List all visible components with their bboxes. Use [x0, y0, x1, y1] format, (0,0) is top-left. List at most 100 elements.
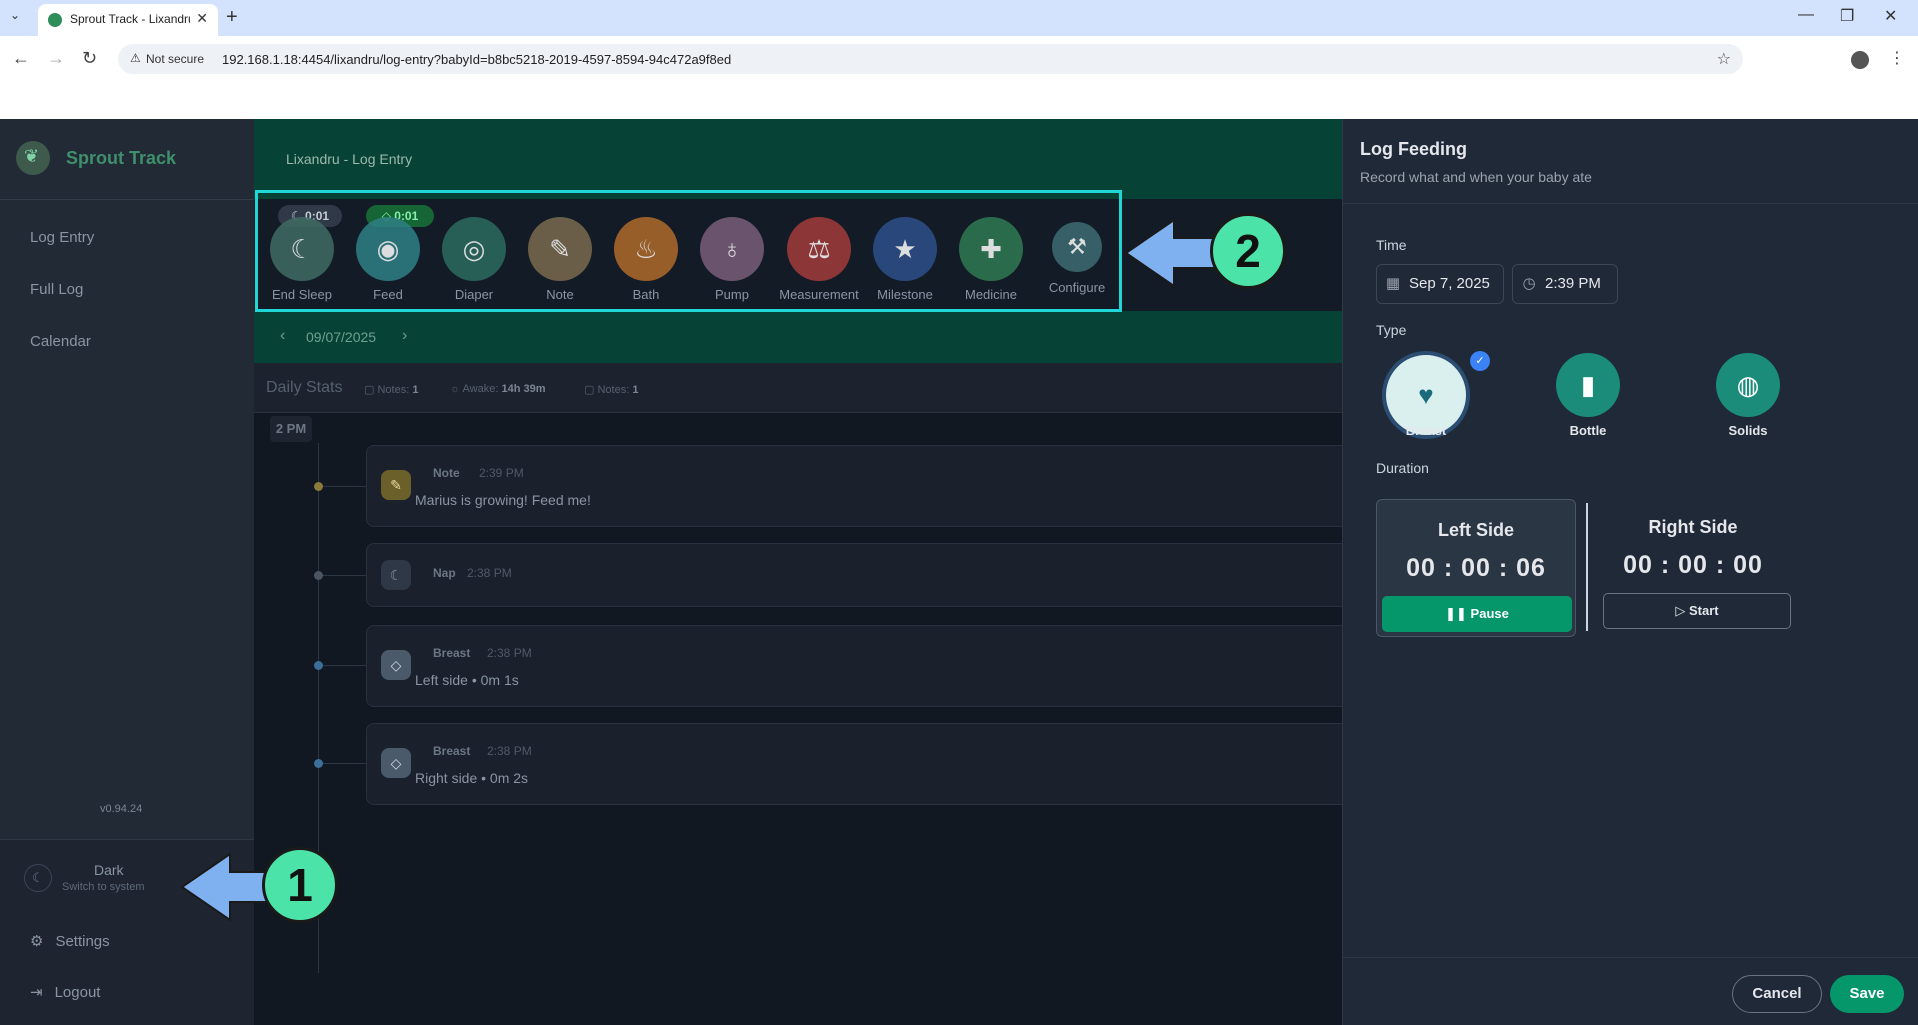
- start-button[interactable]: ▷ Start: [1603, 593, 1791, 629]
- sprout-logo-icon: ❦: [16, 141, 50, 175]
- moon-icon: ☾: [381, 560, 411, 590]
- panel-subtitle: Record what and when your baby ate: [1360, 169, 1592, 185]
- browser-tab-strip: ⌄ Sprout Track - Lixandru ✕ + — ❐ ✕: [0, 0, 1918, 36]
- callout-arrow-2: [1124, 218, 1219, 288]
- baby-food-jar-icon: ◍: [1716, 353, 1780, 417]
- date-field[interactable]: ▦ Sep 7, 2025: [1376, 264, 1504, 304]
- save-button[interactable]: Save: [1830, 975, 1904, 1013]
- browser-menu-icon[interactable]: ⋮: [1889, 48, 1905, 68]
- type-breast[interactable]: ♥ ✓ Breast: [1356, 351, 1496, 439]
- timeline-entry-note[interactable]: ✎ Note 2:39 PM Marius is growing! Feed m…: [366, 445, 1356, 527]
- sidebar-item-log-entry[interactable]: Log Entry: [30, 229, 94, 246]
- logout-label: Logout: [54, 984, 101, 1001]
- connector: [318, 763, 366, 764]
- timeline-dot: [314, 571, 323, 580]
- type-bottle[interactable]: ▮ Bottle: [1538, 353, 1638, 438]
- entry-text: Left side • 0m 1s: [415, 672, 519, 688]
- stat-notes: ▢ Notes: 1: [364, 384, 419, 396]
- main-header: Lixandru - Log Entry: [254, 119, 1342, 199]
- entry-time: 2:38 PM: [487, 646, 532, 660]
- right-side-title: Right Side: [1648, 517, 1738, 537]
- type-label-text: Bottle: [1569, 423, 1607, 438]
- restore-icon[interactable]: ❐: [1840, 6, 1854, 26]
- theme-toggle-label[interactable]: Dark: [94, 862, 124, 878]
- activity-highlight-box: [255, 190, 1122, 312]
- calendar-icon: ▦: [1385, 275, 1401, 292]
- current-date[interactable]: 09/07/2025: [306, 329, 376, 345]
- reload-icon[interactable]: ↻: [82, 48, 97, 69]
- left-side-timer: Left Side 00 : 00 : 06 ❚❚ Pause: [1376, 499, 1576, 637]
- profile-avatar[interactable]: [1851, 51, 1869, 69]
- entry-type: Nap: [433, 566, 456, 580]
- duration-label: Duration: [1376, 460, 1429, 476]
- entry-text: Right side • 0m 2s: [415, 770, 529, 786]
- timeline-entry-nap[interactable]: ☾ Nap 2:38 PM: [366, 543, 1356, 607]
- timeline-dot: [314, 482, 323, 491]
- address-bar[interactable]: ⚠ Not secure 192.168.1.18:4454/lixandru/…: [118, 44, 1743, 74]
- panel-footer-divider: [1343, 957, 1918, 958]
- bottle-icon: ▮: [1556, 353, 1620, 417]
- new-tab-icon[interactable]: +: [226, 6, 238, 29]
- type-solids[interactable]: ◍ Solids: [1698, 353, 1798, 438]
- sidebar-divider: [0, 199, 254, 200]
- page-top-gap: [0, 84, 1918, 119]
- clock-icon: ◷: [1522, 275, 1536, 292]
- timeline-entry-breast-left[interactable]: ◇ Breast 2:38 PM Left side • 0m 1s: [366, 625, 1356, 707]
- brand-title: Sprout Track: [66, 148, 177, 168]
- bookmark-star-icon[interactable]: ☆: [1717, 49, 1731, 69]
- type-label-text: Solids: [1728, 423, 1768, 438]
- daily-stats-bar: Daily Stats ▢ Notes: 1 ☼ Awake: 14h 39m …: [254, 363, 1342, 413]
- time-label: Time: [1376, 237, 1407, 253]
- left-side-title: Left Side: [1437, 520, 1514, 540]
- sidebar-item-calendar[interactable]: Calendar: [30, 333, 91, 350]
- breadcrumb: Lixandru - Log Entry: [286, 151, 413, 167]
- note-edit-icon: ✎: [381, 470, 411, 500]
- minimize-icon[interactable]: —: [1798, 6, 1814, 24]
- connector: [318, 665, 366, 666]
- settings-label: Settings: [55, 933, 110, 950]
- time-field[interactable]: ◷ 2:39 PM: [1512, 264, 1618, 304]
- entry-time: 2:38 PM: [467, 566, 512, 580]
- daily-stats-title: Daily Stats: [266, 379, 343, 396]
- bottle-icon: ◇: [381, 748, 411, 778]
- tab-title: Sprout Track - Lixandru: [70, 12, 190, 26]
- right-side-timer-value: 00 : 00 : 00: [1623, 551, 1763, 579]
- prev-day-icon[interactable]: ‹: [280, 327, 285, 345]
- type-label: Type: [1376, 322, 1407, 338]
- back-icon[interactable]: ←: [12, 48, 30, 69]
- next-day-icon[interactable]: ›: [402, 327, 407, 345]
- callout-number-1: 1: [262, 847, 338, 923]
- logout-icon: ⇥: [30, 984, 43, 1001]
- timeline-dot: [314, 759, 323, 768]
- version-label: v0.94.24: [100, 803, 143, 815]
- selected-check-icon: ✓: [1470, 351, 1490, 371]
- timer-divider: [1586, 503, 1588, 631]
- log-feeding-panel: Log Feeding Record what and when your ba…: [1342, 119, 1918, 1025]
- right-side-timer: Right Side 00 : 00 : 00 ▷ Start: [1593, 499, 1793, 637]
- forward-icon[interactable]: →: [47, 48, 65, 69]
- tab-search-icon[interactable]: ⌄: [10, 8, 20, 22]
- theme-toggle-sub: Switch to system: [62, 881, 145, 893]
- tab-close-icon[interactable]: ✕: [196, 10, 208, 27]
- warning-icon: ⚠: [130, 51, 141, 65]
- logout-button[interactable]: ⇥ Logout: [30, 983, 100, 1001]
- moon-icon[interactable]: ☾: [24, 864, 52, 892]
- entry-time: 2:38 PM: [487, 744, 532, 758]
- window-close-icon[interactable]: ✕: [1884, 6, 1897, 26]
- settings-button[interactable]: ⚙ Settings: [30, 932, 110, 950]
- hour-label: 2 PM: [270, 416, 312, 442]
- timeline-entry-breast-right[interactable]: ◇ Breast 2:38 PM Right side • 0m 2s: [366, 723, 1356, 805]
- entry-text: Marius is growing! Feed me!: [415, 492, 591, 508]
- stat-awake: ☼ Awake: 14h 39m: [450, 383, 546, 395]
- connector: [318, 486, 366, 487]
- sidebar-item-full-log[interactable]: Full Log: [30, 281, 83, 298]
- bottle-icon: ◇: [381, 650, 411, 680]
- left-side-timer-value: 00 : 00 : 06: [1406, 554, 1546, 582]
- url-text[interactable]: 192.168.1.18:4454/lixandru/log-entry?bab…: [222, 52, 731, 67]
- browser-tab[interactable]: Sprout Track - Lixandru ✕: [38, 4, 218, 36]
- cancel-button[interactable]: Cancel: [1732, 975, 1822, 1013]
- callout-number-2: 2: [1210, 213, 1286, 289]
- stat-notes-2: ▢ Notes: 1: [584, 384, 639, 396]
- timeline: 2 PM ✎ Note 2:39 PM Marius is growing! F…: [254, 413, 1356, 1025]
- pause-button[interactable]: ❚❚ Pause: [1382, 596, 1572, 632]
